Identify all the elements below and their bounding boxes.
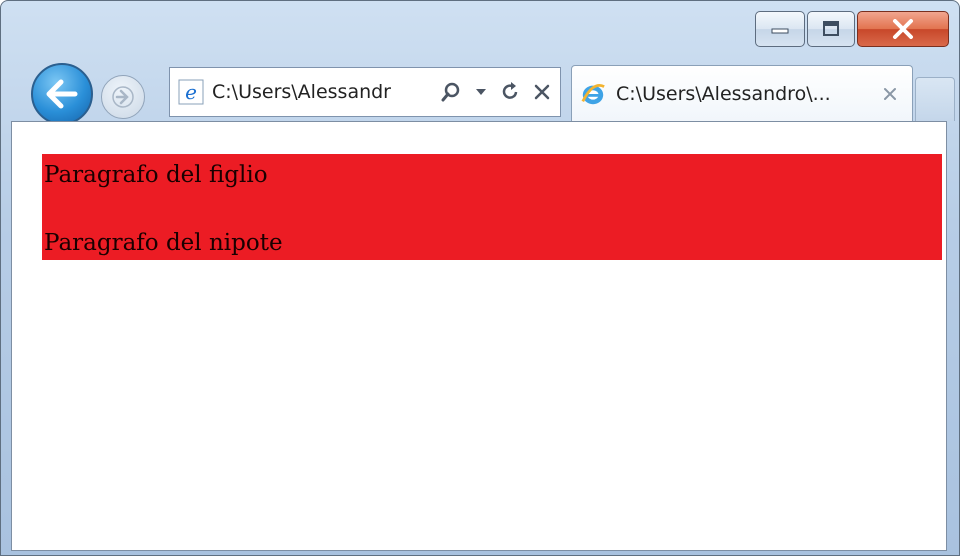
close-button[interactable] [857,11,949,47]
tab-title: C:\Users\Alessandro\... [616,82,831,105]
maximize-icon [823,21,839,36]
tab-active[interactable]: C:\Users\Alessandro\... [571,65,913,121]
back-button[interactable] [31,63,93,125]
title-bar [1,1,959,63]
back-arrow-icon [46,79,78,109]
parent-div: Paragrafo del figlio Paragrafo del nipot… [42,154,942,260]
new-tab-button[interactable] [915,77,955,121]
forward-button[interactable] [101,75,145,119]
close-icon [893,19,913,39]
browser-window: e C:\Users\Alessandr C:\Users\Alessandro… [0,0,960,556]
paragraph-child: Paragrafo del figlio [44,162,268,188]
address-tools [440,81,552,103]
ie-page-icon: e [178,79,204,105]
paragraph-grandchild: Paragrafo del nipote [44,230,283,256]
maximize-button[interactable] [807,11,855,47]
dropdown-arrow-icon[interactable] [474,87,488,97]
address-text[interactable]: C:\Users\Alessandr [212,81,432,103]
caption-buttons [755,11,949,47]
svg-text:e: e [185,80,197,104]
ie-logo-icon [580,81,606,107]
tab-close-icon[interactable] [878,82,902,106]
navigation-bar: e C:\Users\Alessandr C:\Users\Alessandro… [1,59,959,125]
minimize-icon [771,28,789,34]
search-icon[interactable] [440,81,462,103]
minimize-button[interactable] [755,11,805,47]
refresh-icon[interactable] [500,81,520,103]
address-bar[interactable]: e C:\Users\Alessandr [169,67,561,117]
page-content: Paragrafo del figlio Paragrafo del nipot… [11,121,947,551]
forward-arrow-icon [112,86,134,108]
stop-icon[interactable] [532,82,552,102]
